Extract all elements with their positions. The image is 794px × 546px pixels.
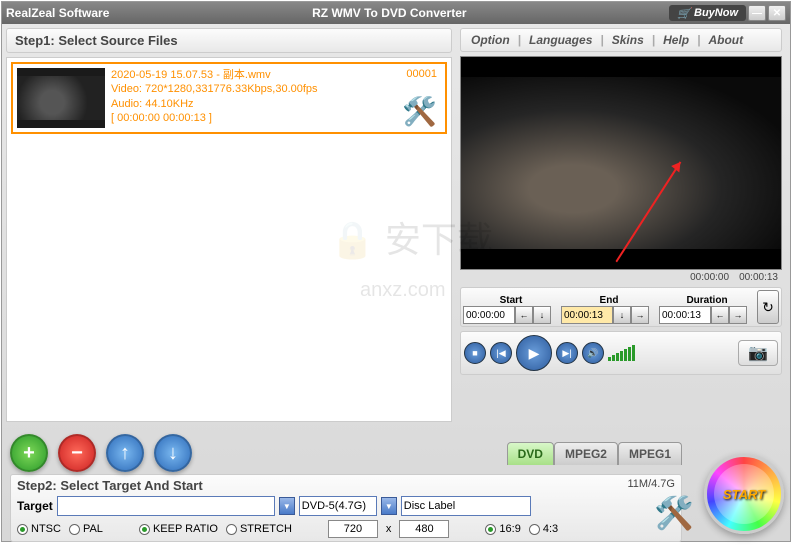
- minimize-button[interactable]: —: [748, 5, 766, 21]
- tab-dvd[interactable]: DVD: [507, 442, 554, 465]
- volume-level[interactable]: [608, 345, 635, 361]
- tools-icon[interactable]: 🛠️: [402, 95, 437, 128]
- volume-button[interactable]: 🔊: [582, 342, 604, 364]
- camera-icon: 📷: [748, 343, 768, 363]
- file-name: 2020-05-19 15.07.53 - 副本.wmv: [111, 68, 441, 82]
- move-up-button[interactable]: ↑: [106, 434, 144, 472]
- company-name: RealZeal Software: [6, 6, 109, 20]
- tab-mpeg2[interactable]: MPEG2: [554, 442, 618, 465]
- file-time-range: [ 00:00:00 00:00:13 ]: [111, 111, 441, 125]
- end-time-input[interactable]: [561, 306, 613, 324]
- app-title: RZ WMV To DVD Converter: [109, 6, 669, 20]
- menu-bar: Option| Languages| Skins| Help| About: [460, 28, 782, 52]
- titlebar: RealZeal Software RZ WMV To DVD Converte…: [2, 2, 790, 24]
- dropdown-icon[interactable]: ▼: [279, 497, 295, 515]
- reset-trim-button[interactable]: ↻: [757, 290, 779, 324]
- playback-controls: ■ |◀ ▶ ▶| 🔊 📷: [460, 331, 782, 375]
- x-label: x: [386, 523, 392, 535]
- trim-controls: Start ← ↓ End ↓ → Duration: [460, 287, 782, 327]
- buynow-button[interactable]: 🛒 BuyNow: [669, 5, 746, 21]
- current-time: 00:00:00: [690, 272, 729, 283]
- menu-about[interactable]: About: [702, 33, 749, 47]
- disc-label-input[interactable]: [401, 496, 531, 516]
- file-item[interactable]: 2020-05-19 15.07.53 - 副本.wmv Video: 720*…: [11, 62, 447, 134]
- settings-icon[interactable]: 🛠️: [654, 494, 694, 532]
- play-button[interactable]: ▶: [516, 335, 552, 371]
- start-prev-button[interactable]: ←: [515, 306, 533, 324]
- end-next-button[interactable]: →: [631, 306, 649, 324]
- menu-option[interactable]: Option: [465, 33, 516, 47]
- step2-header: Step2: Select Target And Start: [17, 478, 203, 493]
- stretch-radio[interactable]: STRETCH: [226, 523, 292, 535]
- ratio-43-radio[interactable]: 4:3: [529, 523, 558, 535]
- duration-next-button[interactable]: →: [729, 306, 747, 324]
- file-video-info: Video: 720*1280,331776.33Kbps,30.00fps: [111, 82, 441, 96]
- start-time-input[interactable]: [463, 306, 515, 324]
- step1-header: Step1: Select Source Files: [6, 28, 452, 53]
- cart-icon: 🛒: [677, 7, 691, 20]
- stop-button[interactable]: ■: [464, 342, 486, 364]
- snapshot-button[interactable]: 📷: [738, 340, 778, 366]
- move-down-button[interactable]: ↓: [154, 434, 192, 472]
- size-info: 11M/4.7G: [628, 478, 676, 493]
- file-thumbnail: [17, 68, 105, 128]
- file-number: 00001: [406, 68, 437, 80]
- menu-help[interactable]: Help: [657, 33, 695, 47]
- start-set-button[interactable]: ↓: [533, 306, 551, 324]
- pal-radio[interactable]: PAL: [69, 523, 103, 535]
- dropdown-icon[interactable]: ▼: [381, 497, 397, 515]
- format-tabs: DVD MPEG2 MPEG1: [507, 442, 682, 465]
- start-button[interactable]: START: [704, 454, 784, 534]
- height-input[interactable]: [399, 520, 449, 538]
- close-button[interactable]: ✕: [768, 5, 786, 21]
- dvd-size-combo[interactable]: [299, 496, 377, 516]
- menu-languages[interactable]: Languages: [523, 33, 598, 47]
- end-label: End: [561, 295, 657, 306]
- tab-mpeg1[interactable]: MPEG1: [618, 442, 682, 465]
- remove-file-button[interactable]: −: [58, 434, 96, 472]
- source-file-list[interactable]: 2020-05-19 15.07.53 - 副本.wmv Video: 720*…: [6, 57, 452, 422]
- duration-label: Duration: [659, 295, 755, 306]
- ratio-169-radio[interactable]: 16:9: [485, 523, 520, 535]
- width-input[interactable]: [328, 520, 378, 538]
- target-label: Target: [17, 499, 53, 513]
- start-label: Start: [463, 295, 559, 306]
- keep-ratio-radio[interactable]: KEEP RATIO: [139, 523, 218, 535]
- duration-input[interactable]: [659, 306, 711, 324]
- prev-frame-button[interactable]: |◀: [490, 342, 512, 364]
- menu-skins[interactable]: Skins: [606, 33, 650, 47]
- target-path-combo[interactable]: [57, 496, 275, 516]
- end-set-button[interactable]: ↓: [613, 306, 631, 324]
- total-duration: 00:00:13: [739, 272, 778, 283]
- preview-pane[interactable]: [460, 56, 782, 270]
- next-frame-button[interactable]: ▶|: [556, 342, 578, 364]
- duration-prev-button[interactable]: ←: [711, 306, 729, 324]
- file-audio-info: Audio: 44.10KHz: [111, 97, 441, 111]
- add-file-button[interactable]: +: [10, 434, 48, 472]
- ntsc-radio[interactable]: NTSC: [17, 523, 61, 535]
